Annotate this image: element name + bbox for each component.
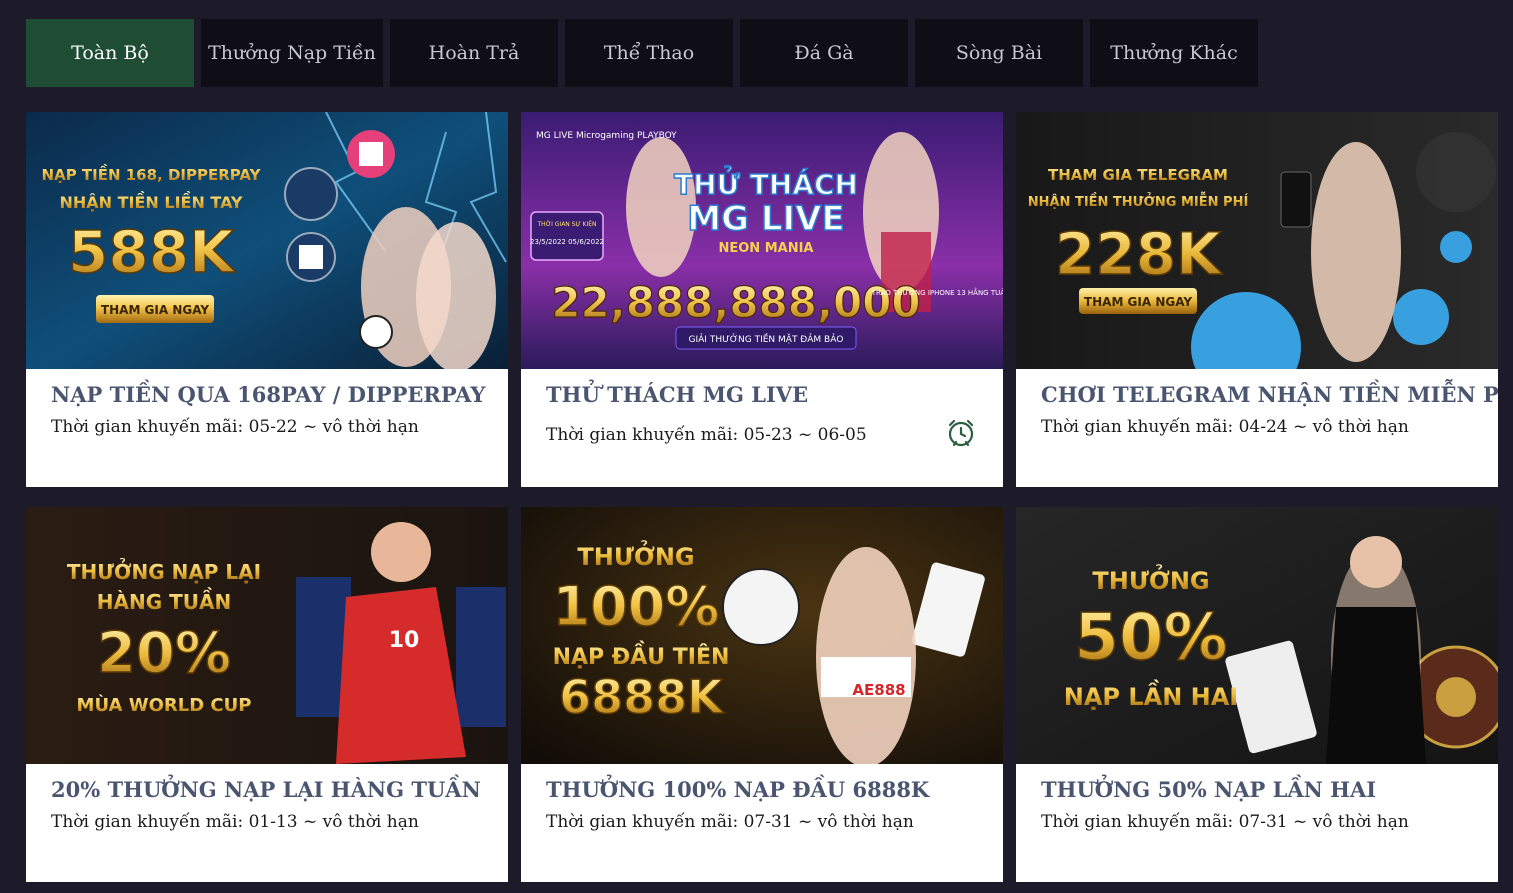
banner-image-telegram: THAM GIA TELEGRAM NHẬN TIỀN THƯỞNG MIỄN … (1016, 112, 1498, 369)
promotion-period: Thời gian khuyến mãi: 05-23 ~ 06-05 (546, 425, 867, 445)
banner-line2: NHẬN TIỀN LIỀN TAY (59, 191, 242, 212)
banner-line3: MÙA WORLD CUP (77, 694, 252, 716)
tab-other-bonus[interactable]: Thưởng Khác (1090, 19, 1258, 87)
promotion-card[interactable]: NẠP TIỀN 168, DIPPERPAY NHẬN TIỀN LIỀN T… (26, 112, 508, 487)
banner-jersey-number: 10 (389, 628, 420, 653)
banner-dates: 23/5/2022 05/6/2022 (530, 238, 604, 246)
banner-image-mg-live: MG LIVE Microgaming PLAYBOY THỬ THÁCH MG… (521, 112, 1003, 369)
banner-amount: 100% (553, 575, 720, 638)
banner-line2: NẠP ĐẦU TIÊN (553, 641, 730, 670)
banner-amount: 22,888,888,000 (551, 278, 920, 327)
tab-cockfighting[interactable]: Đá Gà (740, 19, 908, 87)
tab-casino[interactable]: Sòng Bài (915, 19, 1083, 87)
promotion-card[interactable]: MG LIVE Microgaming PLAYBOY THỬ THÁCH MG… (521, 112, 1003, 487)
banner-line1: THƯỞNG (577, 538, 694, 571)
promotion-banner[interactable]: THƯỞNG 50% NẠP LẦN HAI (1016, 507, 1498, 764)
alarm-clock-icon (948, 419, 974, 447)
promotion-title[interactable]: THƯỞNG 50% NẠP LẦN HAI (1041, 776, 1473, 804)
promotion-period: Thời gian khuyến mãi: 07-31 ~ vô thời hạ… (1041, 812, 1409, 832)
promotion-info: CHƠI TELEGRAM NHẬN TIỀN MIỄN PHÍ Thời gi… (1016, 369, 1498, 487)
banner-amount: 228K (1055, 220, 1223, 288)
promotion-card[interactable]: AE888 THƯỞNG 100% NẠP ĐẦU TIÊN 6888K THƯ… (521, 507, 1003, 882)
promotion-banner[interactable]: MG LIVE Microgaming PLAYBOY THỬ THÁCH MG… (521, 112, 1003, 369)
promotion-period: Thời gian khuyến mãi: 01-13 ~ vô thời hạ… (51, 812, 419, 832)
promotion-banner[interactable]: AE888 THƯỞNG 100% NẠP ĐẦU TIÊN 6888K (521, 507, 1003, 764)
tab-all[interactable]: Toàn Bộ (26, 19, 194, 87)
promotion-period: Thời gian khuyến mãi: 05-22 ~ vô thời hạ… (51, 417, 419, 437)
banner-amount2: 6888K (559, 670, 725, 724)
tab-deposit-bonus[interactable]: Thưởng Nạp Tiền (201, 19, 383, 87)
promotion-banner[interactable]: NẠP TIỀN 168, DIPPERPAY NHẬN TIỀN LIỀN T… (26, 112, 508, 369)
banner-image-first-deposit: AE888 THƯỞNG 100% NẠP ĐẦU TIÊN 6888K (521, 507, 1003, 764)
promotion-info: THƯỞNG 100% NẠP ĐẦU 6888K Thời gian khuy… (521, 764, 1003, 882)
promotion-banner[interactable]: THAM GIA TELEGRAM NHẬN TIỀN THƯỞNG MIỄN … (1016, 112, 1498, 369)
banner-cta: THAM GIA NGAY (101, 303, 209, 317)
promotion-title[interactable]: NẠP TIỀN QUA 168PAY / DIPPERPAY (51, 381, 485, 409)
banner-line2: HÀNG TUẦN (97, 588, 231, 614)
tab-rebate[interactable]: Hoàn Trả (390, 19, 558, 87)
banner-image-168pay: NẠP TIỀN 168, DIPPERPAY NHẬN TIỀN LIỀN T… (26, 112, 508, 369)
banner-amount: 588K (68, 218, 236, 286)
promotion-grid: NẠP TIỀN 168, DIPPERPAY NHẬN TIỀN LIỀN T… (26, 112, 1498, 882)
banner-line1: THƯỞNG (1092, 562, 1209, 595)
promotion-period: Thời gian khuyến mãi: 04-24 ~ vô thời hạ… (1041, 417, 1409, 437)
promotion-card[interactable]: THƯỞNG 50% NẠP LẦN HAI THƯỞNG 50% NẠP LẦ… (1016, 507, 1498, 882)
promotion-banner[interactable]: 10 THƯỞNG NẠP LẠI HÀNG TUẦN 20% MÙA WORL… (26, 507, 508, 764)
banner-line1: NẠP TIỀN 168, DIPPERPAY (42, 163, 262, 184)
category-tabs: Toàn Bộ Thưởng Nạp Tiền Hoàn Trả Thể Tha… (26, 19, 1258, 87)
promotion-card[interactable]: THAM GIA TELEGRAM NHẬN TIỀN THƯỞNG MIỄN … (1016, 112, 1498, 487)
banner-logo: AE888 (852, 681, 905, 699)
banner-amount: 50% (1074, 601, 1227, 675)
promotion-info: NẠP TIỀN QUA 168PAY / DIPPERPAY Thời gia… (26, 369, 508, 487)
promotion-info: THỬ THÁCH MG LIVE Thời gian khuyến mãi: … (521, 369, 1003, 487)
promotion-title[interactable]: THƯỞNG 100% NẠP ĐẦU 6888K (546, 776, 978, 804)
banner-image-worldcup: 10 THƯỞNG NẠP LẠI HÀNG TUẦN 20% MÙA WORL… (26, 507, 508, 764)
banner-line1: THƯỞNG NẠP LẠI (67, 559, 261, 584)
promotion-info: THƯỞNG 50% NẠP LẦN HAI Thời gian khuyến … (1016, 764, 1498, 882)
promotion-card[interactable]: 10 THƯỞNG NẠP LẠI HÀNG TUẦN 20% MÙA WORL… (26, 507, 508, 882)
banner-cta: THAM GIA NGAY (1084, 295, 1192, 309)
banner-side: TRAO THƯỞNG IPHONE 13 HẰNG TUẦN (871, 287, 1003, 297)
banner-line1: THAM GIA TELEGRAM (1048, 166, 1228, 184)
banner-brand: MG LIVE Microgaming PLAYBOY (536, 131, 677, 141)
banner-amount: 20% (97, 621, 231, 686)
banner-line2: MG LIVE (687, 199, 844, 239)
banner-line3: NEON MANIA (719, 241, 814, 256)
promotion-period: Thời gian khuyến mãi: 07-31 ~ vô thời hạ… (546, 812, 914, 832)
banner-line2: NHẬN TIỀN THƯỞNG MIỄN PHÍ (1028, 192, 1249, 210)
promotion-title[interactable]: THỬ THÁCH MG LIVE (546, 381, 978, 409)
banner-image-second-deposit: THƯỞNG 50% NẠP LẦN HAI (1016, 507, 1498, 764)
promotion-title[interactable]: 20% THƯỞNG NẠP LẠI HÀNG TUẦN (51, 776, 483, 804)
banner-dates-label: THỜI GIAN SỰ KIỆN (536, 220, 596, 228)
promotion-info: 20% THƯỞNG NẠP LẠI HÀNG TUẦN Thời gian k… (26, 764, 508, 882)
promotion-title[interactable]: CHƠI TELEGRAM NHẬN TIỀN MIỄN PHÍ (1041, 381, 1498, 409)
banner-line1: THỬ THÁCH (674, 163, 858, 201)
tab-sports[interactable]: Thể Thao (565, 19, 733, 87)
banner-line2: NẠP LẦN HAI (1064, 678, 1239, 711)
